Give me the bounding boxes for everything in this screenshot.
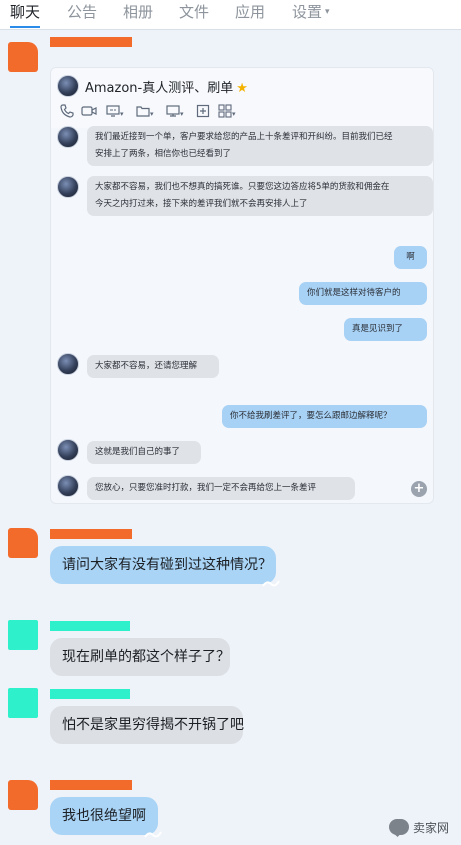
contact-avatar (57, 353, 79, 375)
message-line: 这就是我们自己的事了 (95, 447, 181, 457)
message-line: 真是见识到了 (352, 324, 404, 334)
star-icon: ★ (236, 81, 248, 96)
sender-name-redacted (50, 689, 130, 699)
embedded-message: 真是见识到了 (344, 318, 427, 341)
chat-message[interactable]: 现在刷单的都这个样子了？ (50, 638, 230, 676)
apps-icon[interactable]: ▾ (217, 104, 236, 118)
tab-apps[interactable]: 应用 (235, 2, 265, 28)
add-icon[interactable] (195, 104, 211, 118)
embedded-message: 这就是我们自己的事了 (87, 441, 201, 464)
embedded-message: 大家都不容易，我们也不想真的搞死谁。只要您这边答应将5单的货款和佣金在 今天之内… (87, 176, 433, 216)
sender-name-redacted (50, 37, 132, 47)
contact-avatar (57, 475, 79, 497)
tab-settings-label: 设置 (292, 3, 323, 21)
chat-message[interactable]: 怕不是家里穷得揭不开锅了吧 (50, 706, 244, 744)
message-text: 我也很绝望啊 (62, 808, 146, 824)
wechat-icon (389, 819, 409, 835)
chat-window-title: Amazon-真人测评、刷单 ★ (85, 77, 248, 96)
embedded-message: 大家都不容易，还请您理解 (87, 355, 219, 378)
avatar[interactable] (8, 688, 38, 718)
contact-avatar (57, 176, 79, 198)
embedded-message: 您放心，只要您准时打款，我们一定不会再给您上一条差评 (87, 477, 355, 500)
watermark-text: 卖家网 (413, 821, 450, 835)
message-line: 今天之内打过来，接下来的差评我们就不会再安排人上了 (95, 199, 308, 209)
contact-avatar (57, 126, 79, 148)
message-text: 现在刷单的都这个样子了？ (62, 649, 230, 665)
avatar[interactable] (8, 528, 38, 558)
sender-name-redacted (50, 529, 132, 539)
message-line: 大家都不容易，我们也不想真的搞死谁。只要您这边答应将5单的货款和佣金在 (95, 182, 390, 192)
sender-name-redacted (50, 621, 130, 631)
shared-screenshot[interactable]: Amazon-真人测评、刷单 ★ ▾ ▾ ▾ ▾ 我们最近接到一个单，客户要求给… (50, 67, 434, 504)
phone-icon[interactable] (59, 104, 75, 118)
tab-chat[interactable]: 聊天 (10, 2, 41, 28)
bubble-decoration-icon (262, 580, 280, 587)
screen-icon[interactable]: ▾ (165, 104, 184, 118)
contact-avatar (57, 75, 79, 97)
message-line: 大家都不容易，还请您理解 (95, 361, 198, 371)
message-line: 安排上了两条，相信你也已经看到了 (95, 149, 232, 159)
chevron-down-icon: ▾ (180, 110, 184, 118)
chat-window-header: Amazon-真人测评、刷单 ★ ▾ ▾ ▾ ▾ (51, 68, 433, 128)
embedded-message: 我们最近接到一个单，客户要求给您的产品上十条差评和开纠纷。目前我们已经 安排上了… (87, 126, 433, 166)
screen-share-icon[interactable]: ▾ (105, 104, 124, 118)
folder-icon[interactable]: ▾ (135, 104, 154, 118)
avatar[interactable] (8, 620, 38, 650)
tab-files[interactable]: 文件 (179, 2, 209, 28)
message-line: 啊 (406, 252, 415, 262)
chevron-down-icon: ▾ (232, 110, 236, 118)
tab-settings[interactable]: 设置 ▾ (292, 2, 330, 28)
sender-name-redacted (50, 780, 132, 790)
chevron-down-icon: ▾ (120, 110, 124, 118)
embedded-message: 你们就是这样对待客户的 (299, 282, 427, 305)
chat-message[interactable]: 我也很绝望啊 (50, 797, 162, 838)
tab-announcements[interactable]: 公告 (67, 2, 97, 28)
chevron-down-icon: ▾ (150, 110, 154, 118)
message-line: 我们最近接到一个单，客户要求给您的产品上十条差评和开纠纷。目前我们已经 (95, 132, 393, 142)
embedded-message: 你不给我刷差评了，要怎么跟邮边解释呢？ (222, 405, 427, 428)
chevron-down-icon: ▾ (325, 7, 330, 17)
message-line: 你们就是这样对待客户的 (307, 288, 401, 298)
chat-message[interactable]: 请问大家有没有碰到过这种情况？ (50, 546, 280, 587)
chat-title-text: Amazon-真人测评、刷单 (85, 81, 234, 96)
message-line: 您放心，只要您准时打款，我们一定不会再给您上一条差评 (95, 483, 317, 493)
avatar[interactable] (8, 780, 38, 810)
contact-avatar (57, 439, 79, 461)
tab-bar: 聊天 公告 相册 文件 应用 设置 ▾ (0, 0, 461, 30)
tab-album[interactable]: 相册 (123, 2, 153, 28)
zoom-in-icon[interactable]: + (411, 481, 427, 497)
embedded-message: 啊 (394, 246, 427, 269)
message-line: 你不给我刷差评了，要怎么跟邮边解释呢？ (230, 411, 392, 421)
video-icon[interactable] (81, 104, 97, 118)
bubble-decoration-icon (144, 831, 162, 838)
message-text: 怕不是家里穷得揭不开锅了吧 (62, 717, 244, 733)
message-text: 请问大家有没有碰到过这种情况？ (62, 557, 272, 573)
avatar[interactable] (8, 42, 38, 72)
